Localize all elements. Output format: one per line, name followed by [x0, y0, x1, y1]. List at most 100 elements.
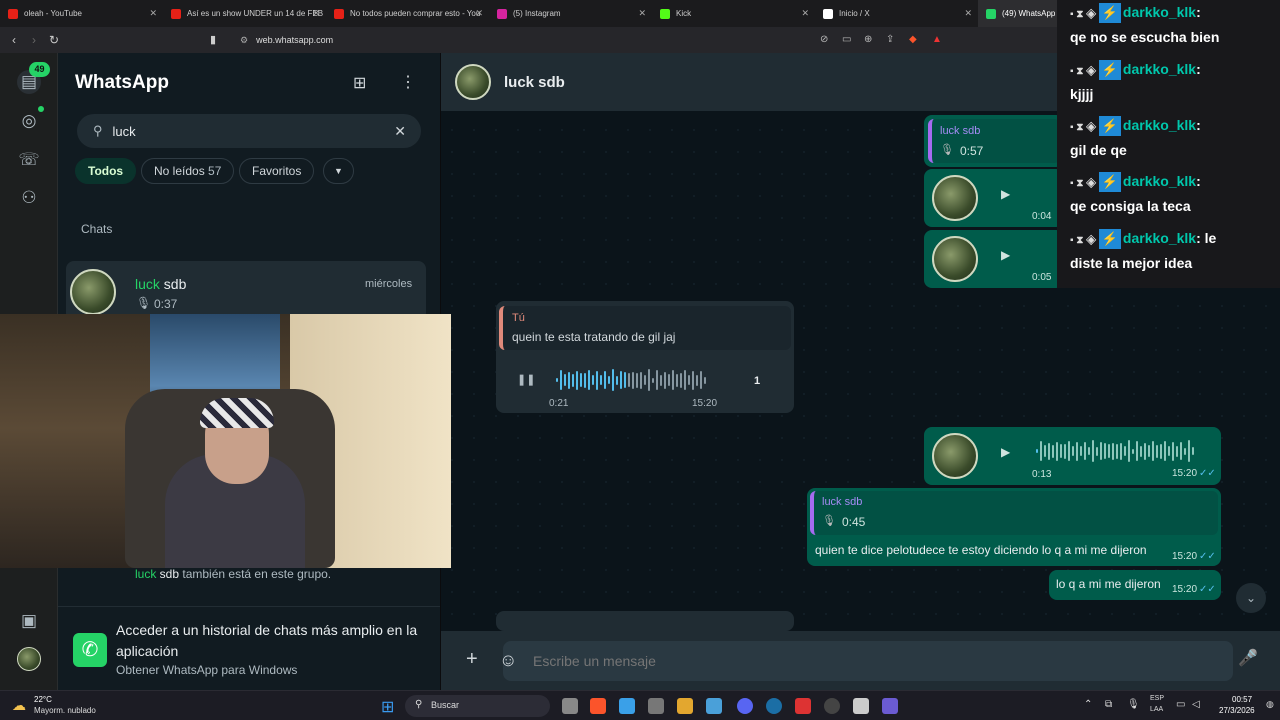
browser-tab[interactable]: oleah - YouTube ✕ [0, 0, 163, 27]
outgoing-reply-bubble[interactable]: luck sdb 🎙 0:45 quien te dice pelotudece… [807, 488, 1221, 566]
browser-tab[interactable]: Así es un show UNDER un 14 de FEB ✕ [163, 0, 326, 27]
search-input[interactable] [112, 123, 363, 139]
incoming-voice-bubble[interactable]: Tú quein te esta tratando de gil jaj ❚❚ … [496, 301, 794, 413]
filter-favorites[interactable]: Favoritos [239, 158, 315, 184]
browser-tab[interactable]: (5) Instagram ✕ [489, 0, 652, 27]
notepad-icon[interactable] [619, 698, 635, 714]
microphone-icon[interactable]: 🎤 [1238, 648, 1258, 668]
play-icon[interactable]: ▶ [1001, 187, 1010, 201]
menu-icon[interactable]: ⋮ [400, 72, 416, 92]
brave-shield-icon[interactable]: ◆ [909, 34, 917, 45]
back-icon[interactable]: ‹ [4, 33, 24, 47]
weather-temp[interactable]: 22°C [34, 695, 52, 704]
badge-icons: ▪ ⧗ ◈ [1070, 178, 1099, 189]
bookmark-icon[interactable]: ▮ [210, 33, 216, 46]
site-info-icon[interactable]: ⚙ [240, 35, 248, 46]
media-icon[interactable]: ▣ [17, 609, 41, 633]
channels-icon[interactable]: ☏ [17, 148, 41, 172]
outgoing-text-bubble[interactable]: lo q a mi me dijeron 15:20 ✓✓ [1049, 570, 1221, 600]
volume-icon[interactable]: ◁ [1192, 699, 1200, 710]
network-icon[interactable]: ⧉ [1105, 699, 1112, 710]
waveform[interactable] [1036, 440, 1202, 462]
message-input[interactable] [533, 653, 1133, 669]
close-tab-icon[interactable]: ✕ [312, 8, 320, 19]
outgoing-voice-bubble[interactable]: ▶ 0:04 [924, 169, 1064, 227]
communities-icon[interactable]: ⚇ [17, 186, 41, 210]
notification-icon[interactable]: ◍ [1266, 699, 1274, 710]
waveform-bar [560, 370, 562, 390]
new-chat-icon[interactable]: ⊞ [353, 73, 366, 93]
close-tab-icon[interactable]: ✕ [964, 8, 972, 19]
mute-icon[interactable]: ⊘ [820, 34, 828, 45]
quoted-message[interactable]: luck sdb 🎙 0:45 [810, 491, 1218, 535]
speed-button[interactable]: 1 [754, 375, 760, 387]
app-icon[interactable] [853, 698, 869, 714]
forward-icon[interactable]: › [24, 33, 44, 47]
obs-icon[interactable] [824, 698, 840, 714]
incoming-partial-bubble[interactable] [496, 611, 794, 631]
shield-app-icon[interactable] [795, 698, 811, 714]
outgoing-quote-bubble[interactable]: luck sdb 🎙 0:57 [924, 115, 1064, 167]
close-tab-icon[interactable]: ✕ [149, 8, 157, 19]
zoom-icon[interactable]: ⊕ [864, 34, 872, 45]
outgoing-voice-bubble[interactable]: ▶ 0:13 15:20 ✓✓ [924, 427, 1221, 485]
contact-name[interactable]: luck sdb [504, 74, 565, 91]
language-code[interactable]: ESP [1150, 695, 1164, 702]
task-view-icon[interactable] [562, 698, 578, 714]
waveform-bar [1092, 440, 1094, 462]
mic-tray-icon[interactable]: 🎙 [1127, 699, 1140, 710]
explorer-icon[interactable] [706, 698, 722, 714]
stream-chat-message: ▪ ⧗ ◈ ⚡ darkko_klk: qe consiga la teca [1070, 172, 1201, 214]
waveform[interactable] [556, 369, 712, 391]
start-icon[interactable]: ⊞ [381, 697, 394, 717]
close-tab-icon[interactable]: ✕ [801, 8, 809, 19]
play-icon[interactable]: ▶ [1001, 248, 1010, 262]
clock-time[interactable]: 00:57 [1232, 695, 1252, 704]
attach-plus-icon[interactable]: + [466, 648, 478, 671]
reload-icon[interactable]: ↻ [44, 33, 64, 47]
kick-app-icon[interactable] [677, 698, 693, 714]
profile-avatar[interactable] [17, 647, 41, 671]
tray-chevron-icon[interactable]: ⌃ [1084, 699, 1092, 710]
calculator-icon[interactable] [648, 698, 664, 714]
browser-tab[interactable]: Kick ✕ [652, 0, 815, 27]
filter-todos[interactable]: Todos [75, 158, 137, 184]
scroll-down-button[interactable]: ⌄ [1236, 583, 1266, 613]
quoted-message[interactable]: Tú quein te esta tratando de gil jaj [499, 306, 791, 350]
clock-date[interactable]: 27/3/2026 [1219, 706, 1255, 715]
cast-icon[interactable]: ▭ [842, 34, 851, 45]
status-icon[interactable]: ◎ [17, 109, 41, 133]
download-promo[interactable]: ✆ Acceder a un historial de chats más am… [58, 606, 440, 690]
emoji-icon[interactable]: ☺ [499, 650, 517, 671]
brave-rewards-icon[interactable]: ▲ [932, 34, 942, 45]
language-layout[interactable]: LAA [1150, 706, 1163, 713]
filter-more-button[interactable]: ▼ [323, 158, 354, 184]
waveform-bar [668, 374, 670, 386]
weather-desc[interactable]: Mayorm. nublado [34, 706, 96, 715]
waveform-bar [1128, 440, 1130, 462]
filter-unread[interactable]: No leídos 57 [141, 158, 235, 184]
close-tab-icon[interactable]: ✕ [638, 8, 646, 19]
pause-icon[interactable]: ❚❚ [517, 373, 535, 386]
weather-icon[interactable]: ☁ [12, 697, 26, 714]
contact-avatar[interactable] [455, 64, 491, 100]
discord-icon[interactable] [737, 698, 753, 714]
close-tab-icon[interactable]: ✕ [475, 8, 483, 19]
chevron-down-icon: ▼ [334, 166, 343, 176]
brave-icon[interactable] [590, 698, 606, 714]
display-icon[interactable]: ▭ [1176, 699, 1185, 710]
browser-tab[interactable]: No todos pueden comprar esto - You ✕ [326, 0, 489, 27]
quoted-message[interactable]: luck sdb 🎙 0:57 [928, 119, 1060, 163]
waveform-bar [644, 375, 646, 385]
share-icon[interactable]: ⇪ [886, 34, 894, 45]
group-note[interactable]: luck sdb también está en este grupo. [135, 567, 331, 581]
clear-search-icon[interactable]: ✕ [394, 123, 406, 140]
play-icon[interactable]: ▶ [1001, 445, 1010, 459]
steam-icon[interactable] [766, 698, 782, 714]
browser-tab[interactable]: Inicio / X ✕ [815, 0, 978, 27]
outgoing-voice-bubble[interactable]: ▶ 0:05 [924, 230, 1064, 288]
taskbar-search[interactable]: ⚲ Buscar [405, 695, 550, 717]
capture-icon[interactable] [882, 698, 898, 714]
whatsapp-icon: ✆ [73, 633, 107, 667]
chat-list-item[interactable]: luck sdb miércoles 🎙 0:37 [66, 261, 426, 321]
